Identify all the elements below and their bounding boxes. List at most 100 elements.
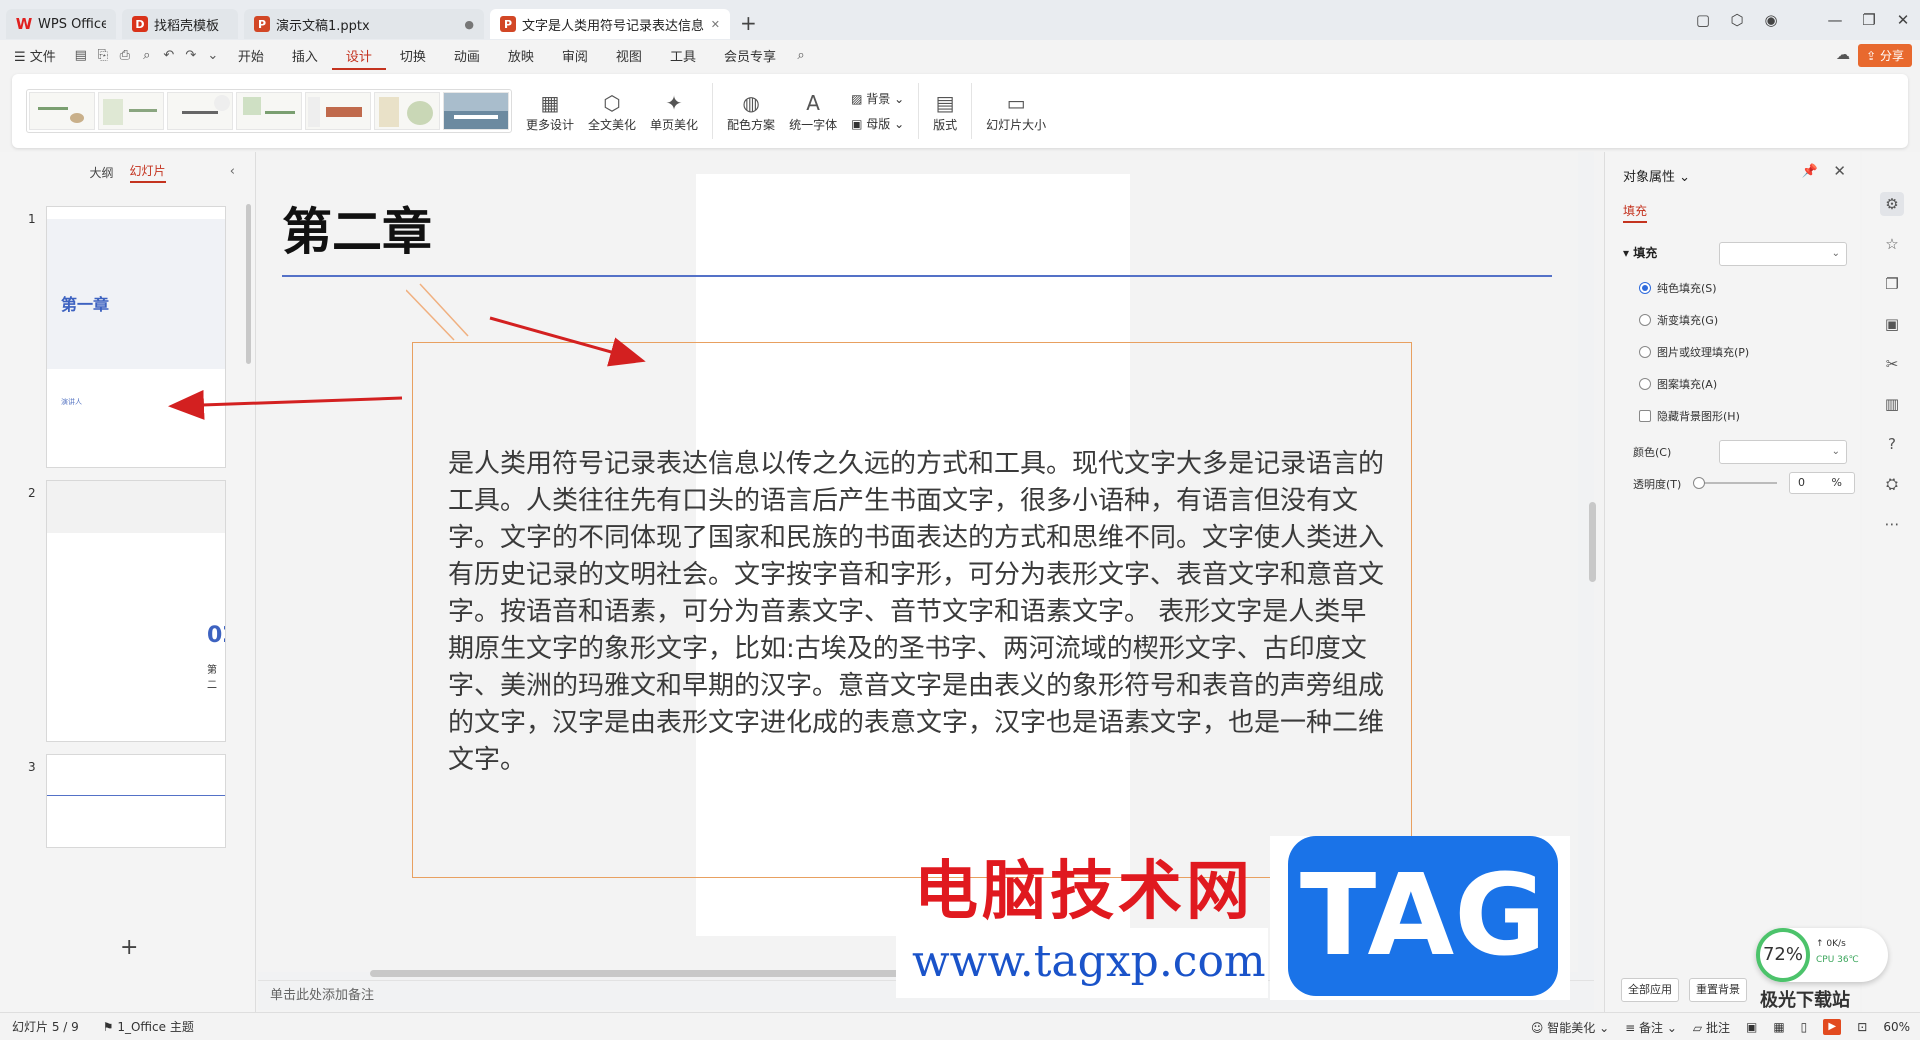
tab-fill[interactable]: 填充 xyxy=(1623,202,1648,223)
export-icon[interactable]: ⎘ xyxy=(92,48,114,63)
notes-button[interactable]: ≡ 备注 ⌄ xyxy=(1625,1019,1677,1036)
radio-picture-fill[interactable]: 图片或纹理填充(P) xyxy=(1639,344,1749,360)
shirt-icon[interactable]: ⛭ xyxy=(1880,472,1904,496)
slide-body-text[interactable]: 是人类用符号记录表达信息以传之久远的方式和工具。现代文字大多是记录语言的工具。人… xyxy=(448,446,1384,779)
sorter-view-icon[interactable]: ▦ xyxy=(1773,1020,1784,1034)
redo-icon[interactable]: ↷ xyxy=(180,48,202,63)
vscroll-thumb[interactable] xyxy=(1589,502,1596,582)
menu-review[interactable]: 审阅 xyxy=(548,46,602,65)
more-icon[interactable]: ⋯ xyxy=(1880,512,1904,536)
radio-solid-fill[interactable]: 纯色填充(S) xyxy=(1639,280,1717,296)
zoom-level[interactable]: 60% xyxy=(1883,1020,1910,1034)
star-icon[interactable]: ☆ xyxy=(1880,232,1904,256)
reset-background-button[interactable]: 重置背景 xyxy=(1689,978,1747,1002)
preview-icon[interactable]: ⌕ xyxy=(136,48,158,63)
apply-all-button[interactable]: 全部应用 xyxy=(1621,978,1679,1002)
fill-dropdown[interactable]: ⌄ xyxy=(1719,242,1847,266)
normal-view-icon[interactable]: ▣ xyxy=(1746,1020,1757,1034)
share-button[interactable]: ⇪ 分享 xyxy=(1858,44,1912,67)
add-slide-button[interactable]: + xyxy=(120,935,138,960)
new-tab-button[interactable]: + xyxy=(740,11,757,35)
pin-icon[interactable]: 📌 xyxy=(1802,164,1818,179)
image-icon[interactable]: ▣ xyxy=(1880,312,1904,336)
menu-design[interactable]: 设计 xyxy=(331,41,386,70)
tab-current-document[interactable]: P 文字是人类用符号记录表达信息 ✕ xyxy=(490,9,730,39)
help-icon[interactable]: ? xyxy=(1880,432,1904,456)
fit-icon[interactable]: ⊡ xyxy=(1857,1020,1867,1034)
tab-outline[interactable]: 大纲 xyxy=(89,164,113,181)
cpu-monitor-widget[interactable]: 72% ↑ 0K/s CPU 36℃ xyxy=(1756,928,1888,982)
full-beautify-button[interactable]: ⬡ 全文美化 xyxy=(588,90,636,133)
tab-presentation1[interactable]: P 演示文稿1.pptx ● xyxy=(244,9,484,39)
master-button[interactable]: ▣ 母版 ⌄ xyxy=(851,115,904,132)
smart-beautify-button[interactable]: ☺ 智能美化 ⌄ xyxy=(1531,1019,1609,1036)
tab-docer[interactable]: D 找稻壳模板 xyxy=(122,9,238,39)
theme-thumb[interactable] xyxy=(305,92,371,130)
theme-thumb[interactable] xyxy=(236,92,302,130)
tab-dot-icon[interactable]: ● xyxy=(464,18,474,31)
pane-scrollbar[interactable] xyxy=(246,204,251,364)
close-window-icon[interactable]: ✕ xyxy=(1886,11,1920,29)
chevron-down-icon[interactable]: ⌄ xyxy=(202,48,224,63)
cloud-icon[interactable]: ☁ xyxy=(1836,47,1850,63)
theme-thumb[interactable] xyxy=(98,92,164,130)
menu-view[interactable]: 视图 xyxy=(602,46,656,65)
slide-thumbnail-3[interactable] xyxy=(46,754,226,848)
collapse-icon[interactable]: ‹ xyxy=(230,164,235,179)
book-icon[interactable]: ▥ xyxy=(1880,392,1904,416)
transparency-input[interactable]: 0% xyxy=(1789,472,1855,494)
copy-icon[interactable]: ❐ xyxy=(1880,272,1904,296)
menu-transition[interactable]: 切换 xyxy=(386,46,440,65)
slider-knob[interactable] xyxy=(1693,477,1705,489)
theme-thumb[interactable] xyxy=(167,92,233,130)
more-design-button[interactable]: ▦ 更多设计 xyxy=(526,90,574,133)
menu-member[interactable]: 会员专享 xyxy=(710,46,790,65)
theme-thumb[interactable] xyxy=(374,92,440,130)
print-icon[interactable]: ⎙ xyxy=(114,48,136,63)
tab-slides[interactable]: 幻灯片 xyxy=(129,162,166,183)
avatar[interactable]: ◉ xyxy=(1754,11,1788,29)
menu-insert[interactable]: 插入 xyxy=(278,46,332,65)
layout-button[interactable]: ▤ 版式 xyxy=(933,90,957,133)
vertical-scrollbar[interactable] xyxy=(1586,152,1598,980)
save-icon[interactable]: ▤ xyxy=(70,48,92,63)
tools-icon[interactable]: ✂ xyxy=(1880,352,1904,376)
radio-pattern-fill[interactable]: 图案填充(A) xyxy=(1639,376,1717,392)
comments-button[interactable]: ▱ 批注 xyxy=(1693,1019,1730,1036)
restore-icon[interactable]: ❐ xyxy=(1852,11,1886,29)
brand-watermark: 极光下载站 xyxy=(1760,990,1850,1011)
slide-size-button[interactable]: ▭ 幻灯片大小 xyxy=(986,90,1046,133)
theme-thumb[interactable] xyxy=(443,92,509,130)
menu-home[interactable]: 开始 xyxy=(224,46,278,65)
close-icon[interactable]: ✕ xyxy=(1833,162,1846,180)
color-scheme-button[interactable]: ◍ 配色方案 xyxy=(727,90,775,133)
reading-view-icon[interactable]: ▯ xyxy=(1801,1020,1808,1034)
theme-name[interactable]: ⚑ 1_Office 主题 xyxy=(103,1018,194,1035)
transparency-slider[interactable] xyxy=(1693,477,1777,489)
color-dropdown[interactable]: ⌄ xyxy=(1719,440,1847,464)
background-button[interactable]: ▨ 背景 ⌄ xyxy=(851,90,904,107)
menu-slideshow[interactable]: 放映 xyxy=(494,46,548,65)
page-beautify-button[interactable]: ✦ 单页美化 xyxy=(650,90,698,133)
undo-icon[interactable]: ↶ xyxy=(158,48,180,63)
tab-wps-office[interactable]: W WPS Office xyxy=(6,9,116,39)
close-icon[interactable]: ✕ xyxy=(711,18,720,31)
slide-thumbnail-2[interactable]: 02 第二 xyxy=(46,480,226,742)
play-icon[interactable]: ▶ xyxy=(1823,1019,1842,1035)
unify-font-button[interactable]: A 统一字体 xyxy=(789,90,837,133)
panel-title[interactable]: 对象属性 ⌄ xyxy=(1623,166,1690,185)
theme-thumb[interactable] xyxy=(29,92,95,130)
cube-icon[interactable]: ⬡ xyxy=(1720,11,1754,29)
properties-icon[interactable]: ⚙ xyxy=(1880,192,1904,216)
menu-animation[interactable]: 动画 xyxy=(440,46,494,65)
slide-title[interactable]: 第二章 xyxy=(282,192,432,264)
menu-tools[interactable]: 工具 xyxy=(656,46,710,65)
slide-thumbnail-1[interactable]: 第一章 演讲人 xyxy=(46,206,226,468)
layout-icon[interactable]: ▢ xyxy=(1686,11,1720,29)
minimize-icon[interactable]: — xyxy=(1818,11,1852,29)
menu-file[interactable]: ☰ 文件 xyxy=(0,46,70,65)
search-icon[interactable]: ⌕ xyxy=(790,48,812,63)
fill-section[interactable]: ▾ 填充 xyxy=(1623,244,1657,261)
checkbox-hide-background[interactable]: 隐藏背景图形(H) xyxy=(1639,408,1740,424)
radio-gradient-fill[interactable]: 渐变填充(G) xyxy=(1639,312,1718,328)
